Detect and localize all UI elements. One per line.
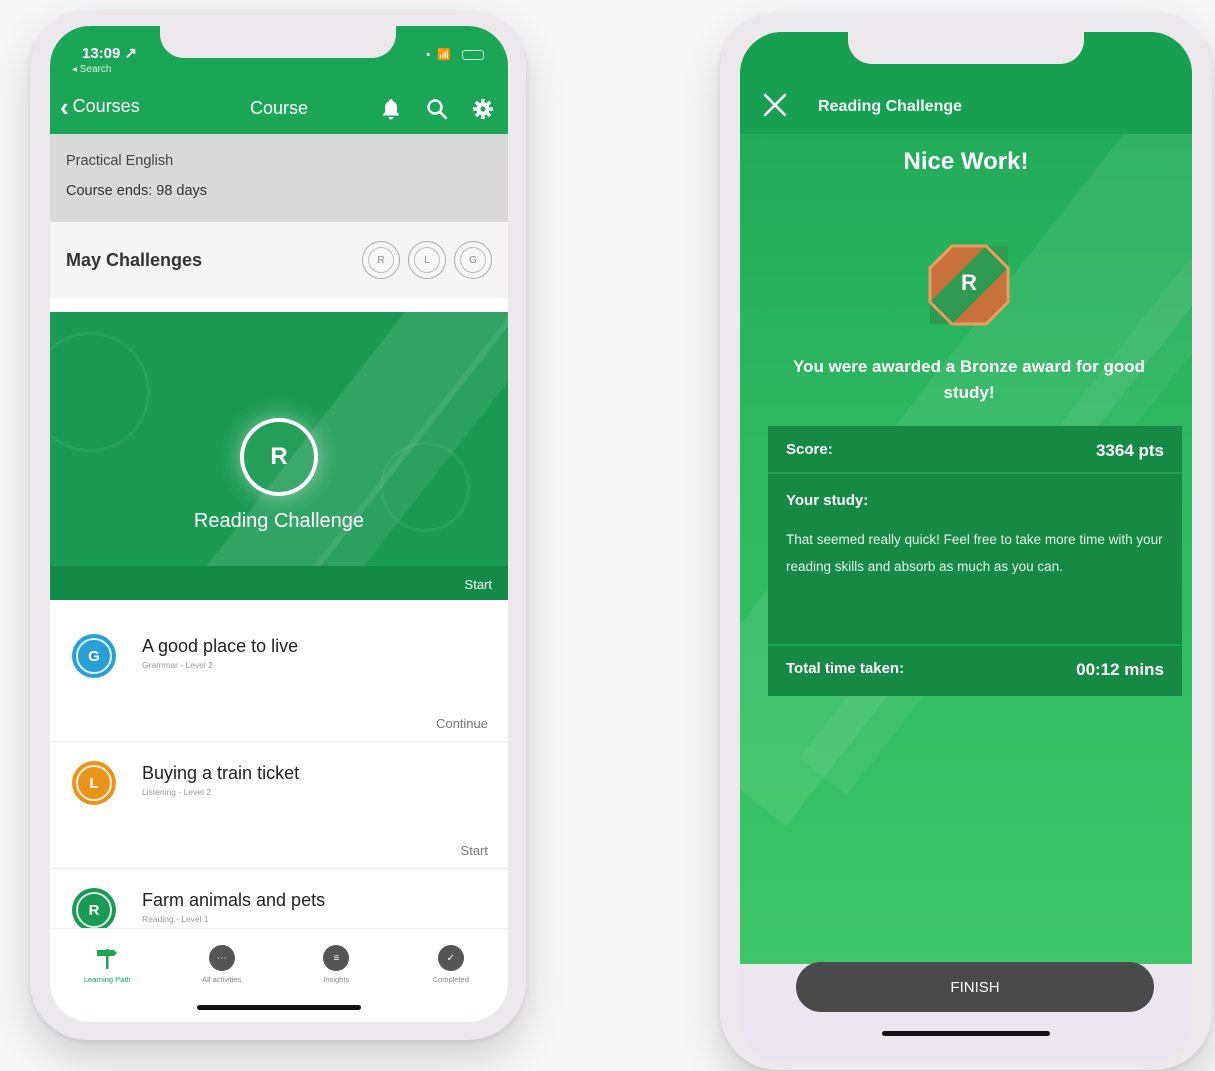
- chevron-left-icon: ‹: [60, 91, 69, 122]
- gear-icon[interactable]: [470, 96, 496, 122]
- challenge-badges: R L G: [362, 241, 492, 279]
- bell-icon[interactable]: [378, 96, 404, 122]
- hero-footer: [50, 566, 508, 600]
- lesson-title: A good place to live: [142, 636, 299, 656]
- divider: [768, 644, 1182, 646]
- award-letter: R: [961, 270, 977, 295]
- signal-icon: ▪: [426, 49, 438, 61]
- lesson-subtitle: Reading - Level 1: [142, 914, 209, 924]
- results-heading: Nice Work!: [903, 148, 1029, 175]
- lesson-start-link[interactable]: Start: [461, 843, 488, 858]
- grammar-challenge-badge[interactable]: G: [454, 241, 492, 279]
- reading-challenge-card[interactable]: R Reading Challenge Start: [50, 312, 508, 600]
- bronze-award-badge: R: [926, 242, 1012, 328]
- lesson-subtitle: Listening - Level 2: [142, 787, 211, 797]
- phone-notch: [848, 30, 1084, 64]
- results-panel: Reading Challenge Nice Work! R You were …: [740, 32, 1192, 964]
- time-label: Total time taken:: [786, 660, 905, 677]
- tab-learning-path[interactable]: Learning Path: [57, 945, 157, 1022]
- award-message: You were awarded a Bronze award for good…: [792, 357, 1146, 402]
- battery-icon: [462, 50, 484, 61]
- phone-notch: [160, 24, 396, 58]
- lesson-item[interactable]: L Buying a train ticket Listening - Leve…: [50, 743, 508, 869]
- score-value: 3364 pts: [1095, 441, 1164, 460]
- back-label: Courses: [72, 96, 140, 116]
- back-to-courses-button[interactable]: ‹ Courses: [60, 91, 140, 122]
- lesson-item[interactable]: G A good place to live Grammar - Level 2…: [50, 616, 508, 742]
- tab-label: Insights: [323, 975, 350, 984]
- home-indicator[interactable]: [197, 1005, 361, 1010]
- divider: [768, 472, 1182, 474]
- start-challenge-link[interactable]: Start: [465, 577, 492, 592]
- header-actions: [378, 96, 496, 122]
- challenges-title: May Challenges: [66, 249, 203, 270]
- insights-icon: ≡: [323, 945, 350, 971]
- wifi-icon: 📶: [437, 49, 453, 61]
- course-info-panel: Practical English Course ends: 98 days: [50, 134, 508, 222]
- check-icon: ✓: [437, 945, 464, 971]
- finish-button[interactable]: FINISH: [796, 962, 1154, 1012]
- listening-icon: L: [72, 761, 116, 805]
- tab-insights[interactable]: ≡ Insights: [286, 945, 386, 1022]
- time-row: Total time taken: 00:12 mins: [768, 660, 1182, 680]
- close-icon[interactable]: [762, 92, 788, 118]
- reading-challenge-icon: R: [240, 418, 318, 496]
- hero-title: Reading Challenge: [193, 510, 365, 532]
- course-end-date: Course ends: 98 days: [66, 183, 208, 199]
- listening-challenge-badge[interactable]: L: [408, 241, 446, 279]
- lesson-title: Buying a train ticket: [142, 763, 300, 783]
- left-phone-screen: 13:09 ↗ ◂ Search ▪ 📶 ‹ Courses Course Pr…: [50, 26, 508, 1022]
- reading-icon: R: [72, 888, 116, 932]
- activities-icon: ⋯: [208, 945, 235, 971]
- score-label: Score:: [786, 441, 833, 458]
- status-icons: ▪ 📶: [426, 48, 484, 61]
- search-icon[interactable]: [424, 96, 450, 122]
- challenges-row: May Challenges R L G: [50, 222, 508, 298]
- lesson-continue-link[interactable]: Continue: [436, 716, 488, 731]
- signpost-icon: [94, 945, 120, 971]
- study-label: Your study:: [786, 492, 869, 509]
- status-time: 13:09 ↗: [82, 45, 138, 62]
- tab-label: Learning Path: [83, 975, 131, 984]
- home-indicator[interactable]: [882, 1031, 1050, 1036]
- time-value: 00:12 mins: [1076, 660, 1164, 679]
- results-summary: Score: 3364 pts Your study: That seemed …: [768, 426, 1182, 696]
- lesson-subtitle: Grammar - Level 2: [142, 660, 213, 670]
- right-phone-screen: Reading Challenge Nice Work! R You were …: [740, 32, 1192, 1062]
- tab-all-activities[interactable]: ⋯ All activities: [172, 945, 272, 1022]
- reading-challenge-badge[interactable]: R: [362, 241, 400, 279]
- status-back-to-app[interactable]: ◂ Search: [72, 64, 111, 75]
- tab-label: All activities: [202, 975, 242, 984]
- study-feedback: That seemed really quick! Feel free to t…: [786, 532, 1163, 574]
- left-phone-frame: 13:09 ↗ ◂ Search ▪ 📶 ‹ Courses Course Pr…: [30, 10, 526, 1040]
- right-phone-frame: Reading Challenge Nice Work! R You were …: [720, 12, 1212, 1070]
- lesson-title: Farm animals and pets: [142, 890, 326, 910]
- tab-completed[interactable]: ✓ Completed: [401, 945, 501, 1022]
- grammar-icon: G: [72, 634, 116, 678]
- results-title: Reading Challenge: [818, 98, 963, 115]
- decor-circle: [50, 332, 150, 452]
- tab-label: Completed: [432, 975, 469, 984]
- score-row: Score: 3364 pts: [768, 441, 1182, 461]
- course-name: Practical English: [66, 153, 174, 169]
